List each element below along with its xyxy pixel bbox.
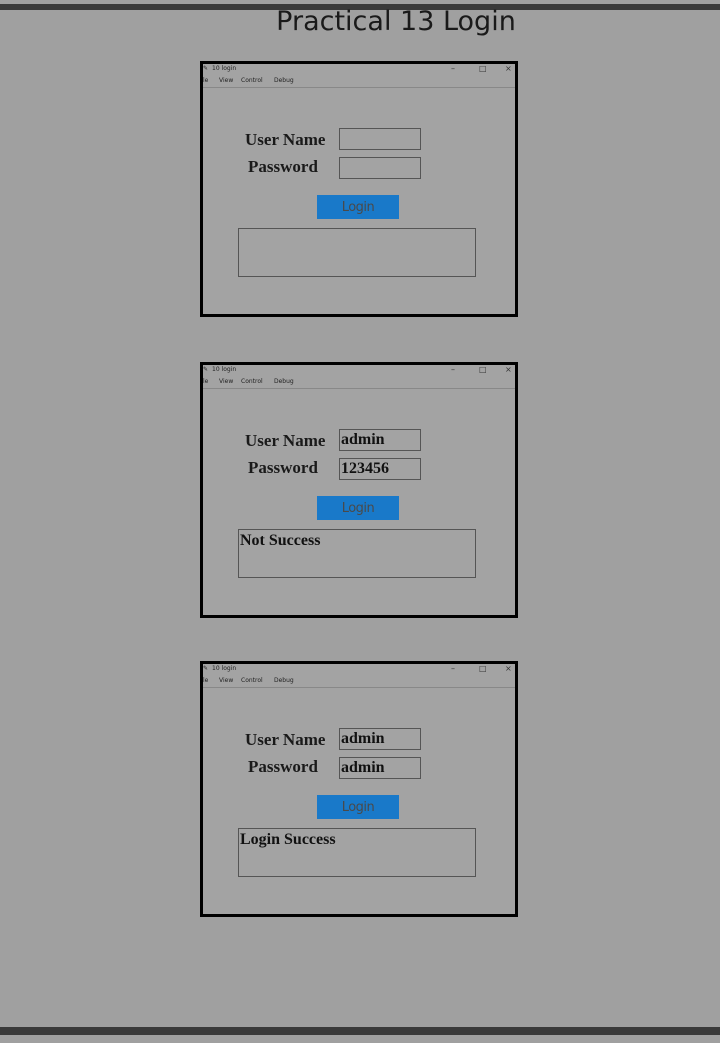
menu-view[interactable]: View — [219, 378, 233, 385]
password-label: Password — [248, 757, 318, 776]
bottom-rule — [0, 1027, 720, 1035]
menu-control[interactable]: Control — [241, 77, 263, 84]
login-button[interactable]: Login — [317, 795, 399, 819]
menu-view[interactable]: View — [219, 677, 233, 684]
close-icon[interactable]: × — [505, 64, 512, 73]
menu-bar: le View Control Debug — [203, 377, 515, 389]
user-name-label: User Name — [245, 730, 326, 749]
menu-view[interactable]: View — [219, 77, 233, 84]
password-input[interactable] — [339, 157, 421, 179]
login-button[interactable]: Login — [317, 195, 399, 219]
menu-control[interactable]: Control — [241, 677, 263, 684]
menu-control[interactable]: Control — [241, 378, 263, 385]
user-name-label: User Name — [245, 130, 326, 149]
menu-file[interactable]: le — [203, 378, 208, 385]
password-input[interactable]: admin — [339, 757, 421, 779]
maximize-icon[interactable]: □ — [479, 664, 487, 673]
maximize-icon[interactable]: □ — [479, 64, 487, 73]
menu-debug[interactable]: Debug — [274, 77, 294, 84]
login-window-3: ✎ 10 login – □ × le View Control Debug U… — [200, 661, 518, 917]
result-output — [238, 228, 476, 277]
menu-file[interactable]: le — [203, 677, 208, 684]
user-name-input[interactable]: admin — [339, 728, 421, 750]
menu-debug[interactable]: Debug — [274, 378, 294, 385]
user-name-label: User Name — [245, 431, 326, 450]
menu-bar: le View Control Debug — [203, 676, 515, 688]
menu-file[interactable]: le — [203, 77, 208, 84]
app-icon: ✎ — [203, 366, 209, 373]
minimize-icon[interactable]: – — [451, 664, 455, 673]
title-bar: ✎ 10 login – □ × — [203, 64, 515, 75]
minimize-icon[interactable]: – — [451, 64, 455, 73]
window-title: 10 login — [212, 665, 237, 672]
window-title: 10 login — [212, 366, 237, 373]
menu-debug[interactable]: Debug — [274, 677, 294, 684]
login-button[interactable]: Login — [317, 496, 399, 520]
page-title: Practical 13 Login — [276, 6, 516, 37]
close-icon[interactable]: × — [505, 664, 512, 673]
close-icon[interactable]: × — [505, 365, 512, 374]
password-label: Password — [248, 458, 318, 477]
title-bar: ✎ 10 login – □ × — [203, 365, 515, 376]
window-title: 10 login — [212, 65, 237, 72]
minimize-icon[interactable]: – — [451, 365, 455, 374]
app-icon: ✎ — [203, 665, 209, 672]
user-name-input[interactable]: admin — [339, 429, 421, 451]
login-window-2: ✎ 10 login – □ × le View Control Debug U… — [200, 362, 518, 618]
user-name-input[interactable] — [339, 128, 421, 150]
password-label: Password — [248, 157, 318, 176]
result-output: Not Success — [238, 529, 476, 578]
maximize-icon[interactable]: □ — [479, 365, 487, 374]
title-bar: ✎ 10 login – □ × — [203, 664, 515, 675]
menu-bar: le View Control Debug — [203, 76, 515, 88]
password-input[interactable]: 123456 — [339, 458, 421, 480]
result-output: Login Success — [238, 828, 476, 877]
app-icon: ✎ — [203, 65, 209, 72]
login-window-1: ✎ 10 login – □ × le View Control Debug U… — [200, 61, 518, 317]
